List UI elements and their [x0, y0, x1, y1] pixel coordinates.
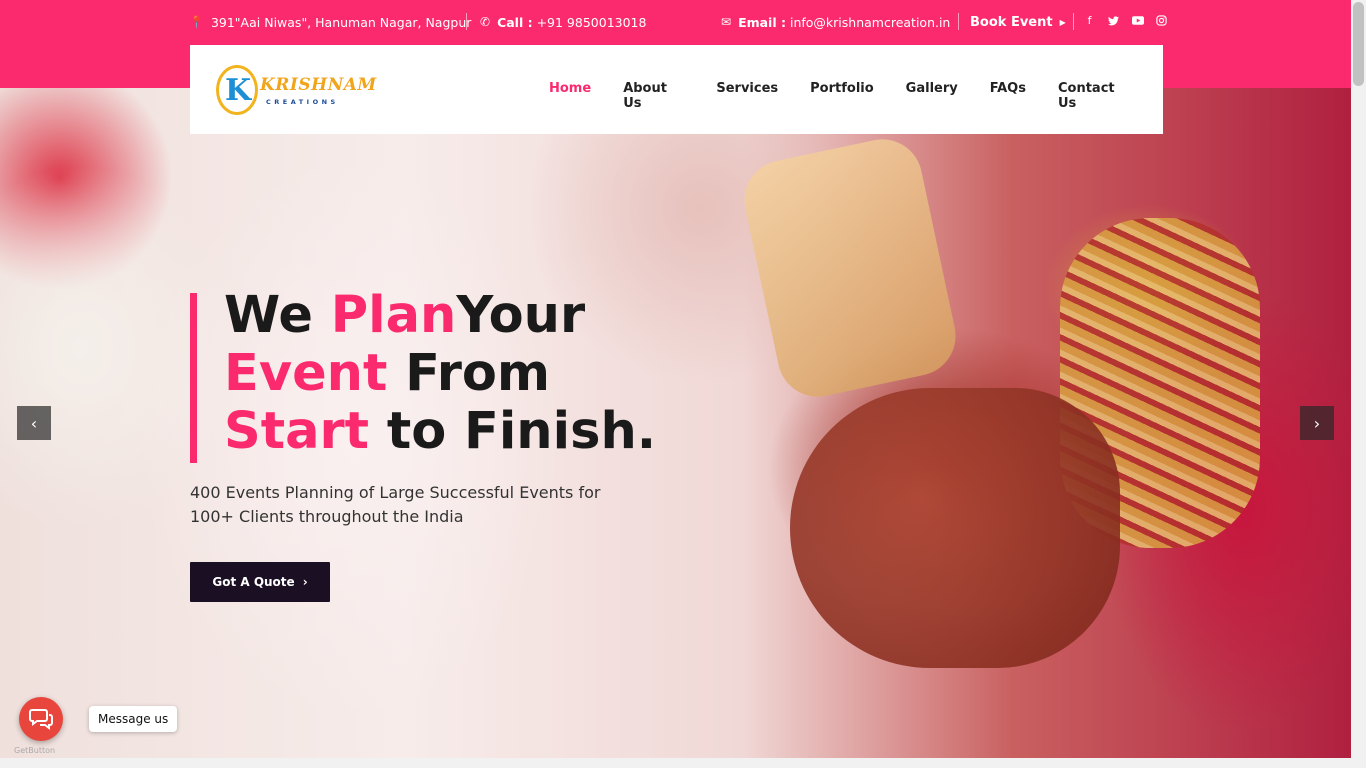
- chat-bubble-icon: [29, 709, 53, 730]
- email-value: info@krishnamcreation.in: [789, 14, 951, 30]
- book-event-link[interactable]: Book Event ▶: [970, 0, 1066, 44]
- divider: [466, 13, 467, 30]
- headline-text: From: [387, 344, 551, 403]
- youtube-icon[interactable]: [1131, 14, 1144, 27]
- page-bottom-strip: [0, 758, 1351, 768]
- logo-name: KRISHNAM: [260, 75, 377, 95]
- instagram-icon[interactable]: [1155, 14, 1168, 27]
- nav-services[interactable]: Services: [716, 81, 778, 111]
- nav-about-us[interactable]: About Us: [623, 81, 684, 111]
- facebook-icon[interactable]: f: [1083, 14, 1096, 27]
- hero-headline: We PlanYour Event From Start to Finish.: [224, 287, 656, 461]
- envelope-icon: ✉: [721, 15, 732, 29]
- chat-button[interactable]: [19, 697, 63, 741]
- call-value: +91 9850013018: [536, 14, 647, 30]
- hero-image-shape: [737, 131, 963, 405]
- main-navbar: K KRISHNAM CREATIONS Home About Us Servi…: [190, 45, 1163, 134]
- main-menu: Home About Us Services Portfolio Gallery…: [549, 81, 1163, 111]
- location-pin-icon: 📍: [189, 15, 204, 29]
- caret-right-icon: ▶: [1059, 17, 1066, 27]
- widget-credit[interactable]: GetButton: [14, 746, 55, 755]
- chevron-right-icon: ›: [302, 575, 308, 589]
- divider: [1073, 13, 1074, 30]
- hero-subtext: 400 Events Planning of Large Successful …: [190, 483, 601, 526]
- message-us-label[interactable]: Message us: [89, 706, 178, 732]
- nav-faqs[interactable]: FAQs: [990, 81, 1026, 111]
- scrollbar-thumb[interactable]: [1353, 2, 1364, 86]
- divider: [958, 13, 959, 30]
- twitter-icon[interactable]: [1107, 14, 1120, 27]
- headline-text: to Finish.: [369, 402, 657, 461]
- phone-info[interactable]: ✆ Call : +91 9850013018: [480, 0, 646, 44]
- button-label: Got A Quote: [212, 575, 295, 589]
- site-logo[interactable]: K KRISHNAM CREATIONS: [216, 65, 376, 117]
- nav-home[interactable]: Home: [549, 81, 591, 111]
- phone-icon: ✆: [480, 15, 491, 29]
- book-event-label: Book Event: [970, 14, 1053, 30]
- headline-accent-bar: [190, 293, 197, 463]
- headline-text: We: [224, 286, 331, 345]
- page-scrollbar[interactable]: [1351, 0, 1366, 768]
- social-links: f: [1083, 14, 1168, 27]
- headline-highlight: Start: [224, 402, 370, 461]
- slider-next-button[interactable]: ›: [1300, 406, 1334, 440]
- address-text: 391"Aai Niwas", Hanuman Nagar, Nagpur: [210, 14, 472, 30]
- nav-contact-us[interactable]: Contact Us: [1058, 81, 1131, 111]
- call-label: Call :: [497, 14, 533, 30]
- email-info[interactable]: ✉ Email : info@krishnamcreation.in: [721, 0, 950, 44]
- chevron-left-icon: ‹: [30, 413, 38, 433]
- nav-portfolio[interactable]: Portfolio: [810, 81, 874, 111]
- logo-initial: K: [225, 73, 252, 108]
- headline-text: Your: [456, 286, 586, 345]
- address-info: 📍 391"Aai Niwas", Hanuman Nagar, Nagpur: [189, 0, 471, 44]
- headline-highlight: Plan: [330, 286, 457, 345]
- logo-subtitle: CREATIONS: [266, 98, 339, 106]
- email-label: Email :: [738, 14, 786, 30]
- headline-highlight: Event: [224, 344, 388, 403]
- got-a-quote-button[interactable]: Got A Quote ›: [190, 562, 330, 602]
- nav-gallery[interactable]: Gallery: [906, 81, 958, 111]
- hero-slider: [0, 88, 1351, 758]
- chevron-right-icon: ›: [1313, 413, 1321, 433]
- slider-prev-button[interactable]: ‹: [17, 406, 51, 440]
- hero-image-shape: [790, 388, 1120, 668]
